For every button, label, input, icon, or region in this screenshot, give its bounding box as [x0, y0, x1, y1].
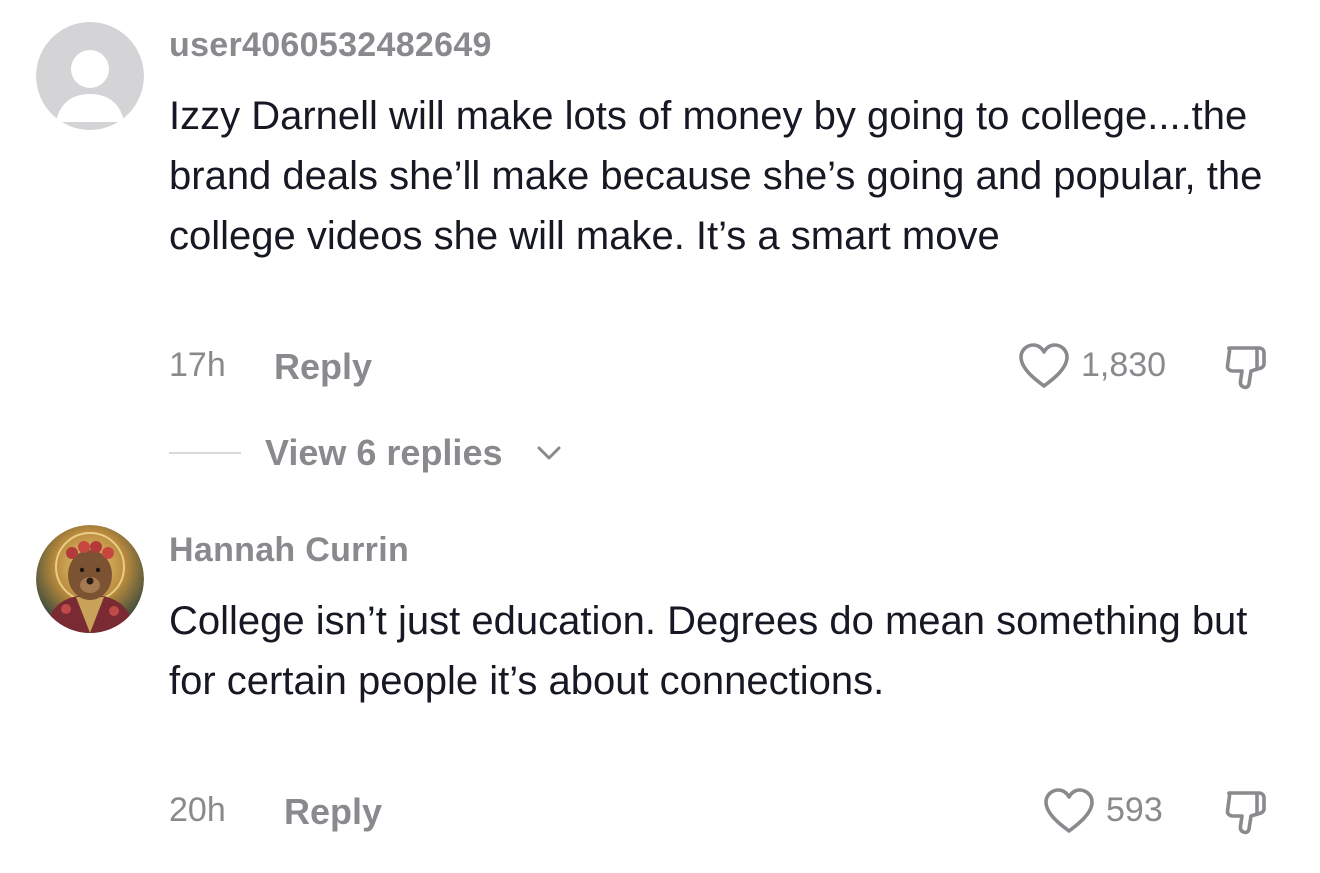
replies-divider: [169, 452, 241, 454]
comment-username[interactable]: Hannah Currin: [169, 531, 409, 570]
chevron-down-icon: [537, 446, 561, 460]
comment-username[interactable]: user4060532482649: [169, 26, 492, 65]
default-user-avatar-icon: [36, 22, 144, 130]
like-count: 593: [1106, 791, 1163, 829]
avatar[interactable]: [36, 525, 144, 633]
dislike-icon[interactable]: [1221, 340, 1273, 392]
view-replies-button[interactable]: View 6 replies: [169, 430, 669, 476]
reply-button[interactable]: Reply: [274, 346, 372, 388]
comment-actions: 17h Reply 1,830: [169, 340, 1279, 390]
reply-button[interactable]: Reply: [284, 791, 382, 833]
heart-icon: [1044, 788, 1094, 833]
view-replies-label: View 6 replies: [265, 432, 503, 473]
comment-text: Izzy Darnell will make lots of money by …: [169, 94, 1263, 258]
dislike-icon[interactable]: [1221, 785, 1273, 837]
avatar[interactable]: [36, 22, 144, 130]
comment-timestamp: 20h: [169, 791, 226, 829]
comment-timestamp: 17h: [169, 346, 226, 384]
like-count: 1,830: [1081, 346, 1167, 384]
heart-icon: [1019, 343, 1069, 388]
bear-portrait-avatar: [36, 525, 144, 633]
comment-text: College isn’t just education. Degrees do…: [169, 599, 1248, 703]
comment-actions: 20h Reply 593: [169, 785, 1279, 835]
